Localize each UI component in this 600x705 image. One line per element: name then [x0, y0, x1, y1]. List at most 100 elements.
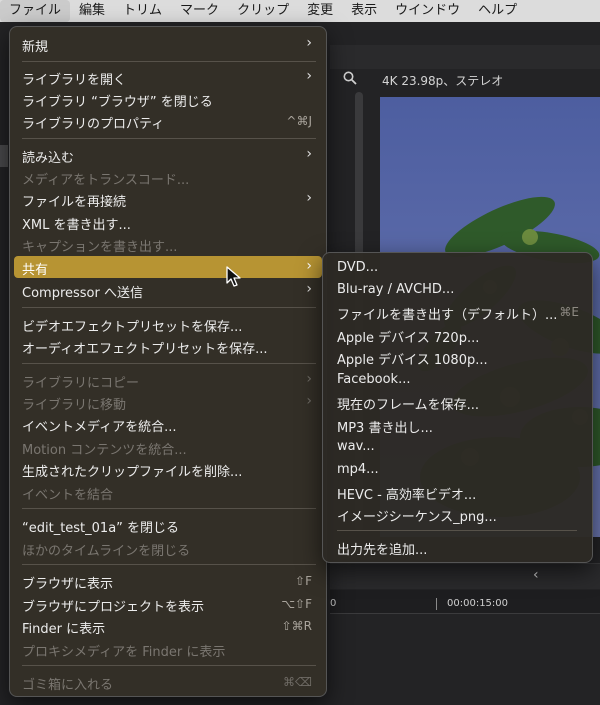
share-item-wav[interactable]: wav... [327, 436, 589, 458]
menu-item-label: メディアをトランスコード... [22, 173, 190, 188]
menu-item-move-to-library: ライブラリに移動 › [14, 391, 322, 413]
menu-item-label: 出力先を追加... [337, 543, 428, 558]
menu-item-label: オーディオエフェクトプリセットを保存... [22, 342, 268, 357]
menubar-help[interactable]: ヘルプ [469, 0, 526, 22]
menu-item-reveal-proxy-in-finder: プロキシメディアを Finder に表示 [14, 638, 322, 660]
menu-item-label: ビデオエフェクトプリセットを保存... [22, 320, 243, 335]
share-submenu: DVD... Blu-ray / AVCHD... ファイルを書き出す（デフォル… [322, 252, 593, 563]
share-item-bluray[interactable]: Blu-ray / AVCHD... [327, 279, 589, 301]
menu-item-label: “edit_test_01a” を閉じる [22, 521, 180, 536]
share-item-facebook[interactable]: Facebook... [327, 369, 589, 391]
menu-item-label: Finder に表示 [22, 622, 106, 637]
menu-item-close-library[interactable]: ライブラリ “ブラウザ” を閉じる [14, 88, 322, 110]
menu-item-send-to-compressor[interactable]: Compressor へ送信 › [14, 279, 322, 301]
menu-item-label: 生成されたクリップファイルを削除... [22, 465, 243, 480]
menu-item-label: キャプションを書き出す... [22, 240, 178, 255]
menu-item-library-properties[interactable]: ライブラリのプロパティ ^⌘J [14, 110, 322, 132]
menu-item-label: MP3 書き出し... [337, 421, 433, 436]
share-item-image-sequence[interactable]: イメージシーケンス_png... [327, 503, 589, 525]
menubar-modify[interactable]: 変更 [298, 0, 342, 22]
menu-separator [22, 564, 316, 565]
menu-item-label: イメージシーケンス_png... [337, 510, 497, 525]
menubar-view[interactable]: 表示 [342, 0, 386, 22]
menubar-file[interactable]: ファイル [0, 0, 71, 22]
menu-item-label: プロキシメディアを Finder に表示 [22, 645, 226, 660]
chevron-right-icon: › [306, 371, 312, 387]
menu-item-label: ファイルを書き出す（デフォルト）... [337, 308, 558, 323]
menu-item-open-library[interactable]: ライブラリを開く › [14, 66, 322, 88]
share-item-mp3[interactable]: MP3 書き出し... [327, 414, 589, 436]
share-item-save-frame[interactable]: 現在のフレームを保存... [327, 391, 589, 413]
menu-item-shortcut: ⇧⌘R [281, 619, 312, 633]
share-item-apple-720p[interactable]: Apple デバイス 720p... [327, 324, 589, 346]
menu-item-delete-generated-files[interactable]: 生成されたクリップファイルを削除... [14, 458, 322, 480]
search-icon[interactable] [343, 71, 357, 85]
menu-item-label: ブラウザにプロジェクトを表示 [22, 600, 205, 615]
share-item-apple-1080p[interactable]: Apple デバイス 1080p... [327, 346, 589, 368]
menu-item-consolidate-event-media[interactable]: イベントメディアを統合... [14, 413, 322, 435]
menu-item-label: HEVC - 高効率ビデオ... [337, 488, 477, 503]
menu-item-label: ファイルを再接続 [22, 195, 127, 210]
share-item-dvd[interactable]: DVD... [327, 257, 589, 279]
menu-item-label: 現在のフレームを保存... [337, 398, 480, 413]
menu-item-copy-to-library: ライブラリにコピー › [14, 369, 322, 391]
menu-item-label: Facebook... [337, 372, 411, 387]
browser-selection-strip [0, 145, 8, 167]
menubar-mark[interactable]: マーク [171, 0, 228, 22]
menu-item-save-video-preset[interactable]: ビデオエフェクトプリセットを保存... [14, 313, 322, 335]
menu-item-label: ライブラリにコピー [22, 376, 140, 391]
menu-separator [22, 61, 316, 62]
menu-item-label: Apple デバイス 1080p... [337, 353, 488, 368]
menu-item-label: ライブラリのプロパティ [22, 117, 165, 132]
menu-item-share[interactable]: 共有 › [14, 256, 322, 278]
chevron-right-icon: › [306, 146, 312, 162]
chevron-right-icon: › [306, 281, 312, 297]
menu-item-export-xml[interactable]: XML を書き出す... [14, 211, 322, 233]
file-menu: 新規 › ライブラリを開く › ライブラリ “ブラウザ” を閉じる ライブラリのプロ… [9, 26, 327, 697]
viewer-format-label: 4K 23.98p、ステレオ [382, 74, 504, 88]
menu-separator [22, 363, 316, 364]
share-item-export-file[interactable]: ファイルを書き出す（デフォルト）... ⌘E [327, 301, 589, 323]
share-item-hevc[interactable]: HEVC - 高効率ビデオ... [327, 481, 589, 503]
menu-item-label: ゴミ箱に入れる [22, 678, 114, 693]
menu-separator [22, 665, 316, 666]
menubar-clip[interactable]: クリップ [228, 0, 298, 22]
share-item-add-destination[interactable]: 出力先を追加... [327, 536, 589, 558]
menu-separator [22, 307, 316, 308]
chevron-right-icon: › [306, 68, 312, 84]
menu-item-shortcut: ^⌘J [286, 114, 312, 128]
viewer-header [330, 45, 600, 69]
menubar-trim[interactable]: トリム [114, 0, 171, 22]
menu-item-label: ライブラリに移動 [22, 398, 127, 413]
menu-item-label: ほかのタイムラインを閉じる [22, 544, 191, 559]
menu-item-label: ライブラリを開く [22, 73, 127, 88]
menu-item-shortcut: ⌘⌫ [283, 675, 312, 689]
menu-item-label: ライブラリ “ブラウザ” を閉じる [22, 95, 213, 110]
menu-item-label: DVD... [337, 260, 379, 275]
menu-item-label: Blu-ray / AVCHD... [337, 282, 455, 297]
ruler-tick [436, 598, 437, 610]
menu-item-move-to-trash: ゴミ箱に入れる ⌘⌫ [14, 671, 322, 693]
menu-item-reveal-in-finder[interactable]: Finder に表示 ⇧⌘R [14, 615, 322, 637]
timeline-toolbar [330, 563, 600, 589]
menu-item-label: イベントを結合 [22, 488, 114, 503]
menubar-edit[interactable]: 編集 [70, 0, 114, 22]
menu-item-reveal-in-browser[interactable]: ブラウザに表示 ⇧F [14, 570, 322, 592]
menu-item-new[interactable]: 新規 › [14, 33, 322, 55]
menu-item-import[interactable]: 読み込む › [14, 144, 322, 166]
share-item-mp4[interactable]: mp4... [327, 459, 589, 481]
chevron-left-icon[interactable]: ‹ [533, 567, 539, 583]
ruler-timecode: 00:00:15:00 [447, 598, 509, 609]
menu-item-close-project[interactable]: “edit_test_01a” を閉じる [14, 514, 322, 536]
menu-item-label: 新規 [22, 40, 49, 55]
menu-item-save-audio-preset[interactable]: オーディオエフェクトプリセットを保存... [14, 335, 322, 357]
chevron-right-icon: › [306, 258, 312, 274]
menu-bar: ファイル 編集 トリム マーク クリップ 変更 表示 ウインドウ ヘルプ [0, 0, 600, 22]
chevron-right-icon: › [306, 393, 312, 409]
menu-item-reveal-project-in-browser[interactable]: ブラウザにプロジェクトを表示 ⌥⇧F [14, 593, 322, 615]
menubar-window[interactable]: ウインドウ [386, 0, 469, 22]
menu-item-label: mp4... [337, 462, 379, 477]
menu-item-label: Compressor へ送信 [22, 286, 143, 301]
menu-item-relink-files[interactable]: ファイルを再接続 › [14, 188, 322, 210]
menu-separator [22, 138, 316, 139]
